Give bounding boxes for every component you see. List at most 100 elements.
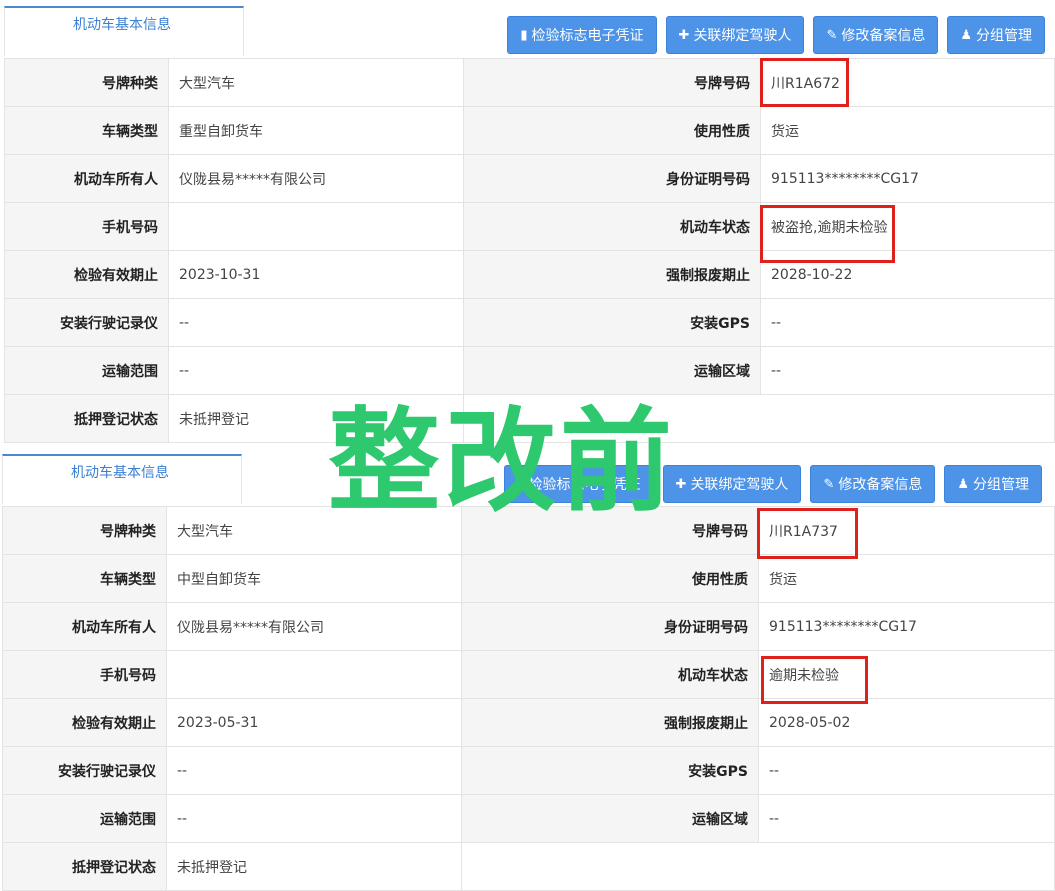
field-label: 安装行驶记录仪 [4,298,169,347]
field-label: 强制报废期止 [463,250,761,299]
button-label: 关联绑定驾驶人 [693,28,792,44]
field-label: 检验有效期止 [2,698,167,747]
field-value: 2028-05-02 [758,698,1055,747]
group-icon: ♟ [960,27,972,43]
tab-vehicle-basic-info[interactable]: 机动车基本信息 [2,454,242,504]
tab-vehicle-basic-info[interactable]: 机动车基本信息 [4,6,244,56]
table-row: 号牌种类 大型汽车 号牌号码 川R1A672 [4,58,1055,107]
table-row: 运输范围 -- 运输区域 -- [4,346,1055,395]
pencil-icon: ✎ [823,476,835,492]
file-icon: ▮ [520,27,528,43]
overlay-label: 整改前 [328,397,676,527]
table-row: 检验有效期止 2023-10-31 强制报废期止 2028-10-22 [4,250,1055,299]
table-row: 机动车所有人 仪陇县易*****有限公司 身份证明号码 915113******… [2,602,1055,651]
edit-record-button[interactable]: ✎ 修改备案信息 [813,16,939,54]
bind-driver-button[interactable]: ✚ 关联绑定驾驶人 [665,16,805,54]
field-value [168,202,464,251]
group-manage-button[interactable]: ♟ 分组管理 [944,465,1042,503]
field-label: 运输范围 [2,794,167,843]
field-value: -- [760,298,1055,347]
group-icon: ♟ [957,476,969,492]
field-label: 抵押登记状态 [4,394,169,443]
field-label: 车辆类型 [4,106,169,155]
vehicle-status-value: 被盗抢,逾期未检验 [760,202,1055,251]
field-label: 使用性质 [463,106,761,155]
vehicle-info-table: 号牌种类 大型汽车 号牌号码 川R1A737 车辆类型 中型自卸货车 使用性质 … [2,506,1055,891]
table-row: 运输范围 -- 运输区域 -- [2,794,1055,843]
field-label: 安装GPS [461,746,759,795]
button-label: 修改备案信息 [841,28,926,44]
table-row: 手机号码 机动车状态 逾期未检验 [2,650,1055,699]
field-value: -- [168,346,464,395]
field-value: -- [166,746,462,795]
edit-record-button[interactable]: ✎ 修改备案信息 [810,465,936,503]
panel-toolbar: 机动车基本信息 ▮ 检验标志电子凭证 ✚ 关联绑定驾驶人 ✎ 修改备案信息 ♟ … [4,0,1055,58]
plate-number-value: 川R1A737 [758,506,1055,555]
field-value [166,650,462,699]
table-row: 机动车所有人 仪陇县易*****有限公司 身份证明号码 915113******… [4,154,1055,203]
field-label: 机动车所有人 [2,602,167,651]
field-value: 货运 [758,554,1055,603]
field-value: -- [758,794,1055,843]
table-row: 检验有效期止 2023-05-31 强制报废期止 2028-05-02 [2,698,1055,747]
field-label: 强制报废期止 [461,698,759,747]
field-label: 手机号码 [2,650,167,699]
field-value: -- [760,346,1055,395]
action-buttons: ▮ 检验标志电子凭证 ✚ 关联绑定驾驶人 ✎ 修改备案信息 ♟ 分组管理 [507,16,1045,54]
vehicle-info-panel-before: 机动车基本信息 ▮ 检验标志电子凭证 ✚ 关联绑定驾驶人 ✎ 修改备案信息 ♟ … [4,0,1055,450]
plate-number-value: 川R1A672 [760,58,1055,107]
pencil-icon: ✎ [826,27,838,43]
plus-icon: ✚ [678,27,690,43]
tab-title: 机动车基本信息 [73,17,171,33]
field-label: 手机号码 [4,202,169,251]
vehicle-status-value: 逾期未检验 [758,650,1055,699]
field-value: 2023-05-31 [166,698,462,747]
field-label: 机动车状态 [461,650,759,699]
field-value: -- [166,794,462,843]
tab-title: 机动车基本信息 [71,465,169,481]
field-value: 未抵押登记 [166,842,462,891]
field-value: 仪陇县易*****有限公司 [166,602,462,651]
button-label: 检验标志电子凭证 [531,28,644,44]
field-value: 重型自卸货车 [168,106,464,155]
table-row: 安装行驶记录仪 -- 安装GPS -- [4,298,1055,347]
table-row: 抵押登记状态 未抵押登记 [2,842,1055,891]
empty-cell [461,842,1055,891]
field-value: 货运 [760,106,1055,155]
field-value: 仪陇县易*****有限公司 [168,154,464,203]
field-label: 检验有效期止 [4,250,169,299]
field-label: 身份证明号码 [463,154,761,203]
group-manage-button[interactable]: ♟ 分组管理 [947,16,1045,54]
field-value: 2028-10-22 [760,250,1055,299]
table-row: 车辆类型 重型自卸货车 使用性质 货运 [4,106,1055,155]
field-value: 2023-10-31 [168,250,464,299]
field-label: 使用性质 [461,554,759,603]
field-label: 号牌种类 [2,506,167,555]
field-label: 安装行驶记录仪 [2,746,167,795]
field-label: 运输区域 [463,346,761,395]
button-label: 分组管理 [976,28,1032,44]
table-row: 车辆类型 中型自卸货车 使用性质 货运 [2,554,1055,603]
field-value: 大型汽车 [168,58,464,107]
table-row: 手机号码 机动车状态 被盗抢,逾期未检验 [4,202,1055,251]
inspection-certificate-button[interactable]: ▮ 检验标志电子凭证 [507,16,657,54]
field-label: 号牌号码 [463,58,761,107]
field-label: 号牌种类 [4,58,169,107]
field-label: 车辆类型 [2,554,167,603]
field-value: -- [168,298,464,347]
field-label: 机动车状态 [463,202,761,251]
button-label: 修改备案信息 [838,477,923,493]
button-label: 分组管理 [973,477,1029,493]
vehicle-info-table: 号牌种类 大型汽车 号牌号码 川R1A672 车辆类型 重型自卸货车 使用性质 … [4,58,1055,443]
field-value: 915113********CG17 [760,154,1055,203]
field-label: 运输区域 [461,794,759,843]
table-row: 安装行驶记录仪 -- 安装GPS -- [2,746,1055,795]
field-label: 抵押登记状态 [2,842,167,891]
field-label: 运输范围 [4,346,169,395]
field-label: 机动车所有人 [4,154,169,203]
field-value: 中型自卸货车 [166,554,462,603]
field-value: 915113********CG17 [758,602,1055,651]
field-label: 身份证明号码 [461,602,759,651]
field-label: 安装GPS [463,298,761,347]
field-value: -- [758,746,1055,795]
